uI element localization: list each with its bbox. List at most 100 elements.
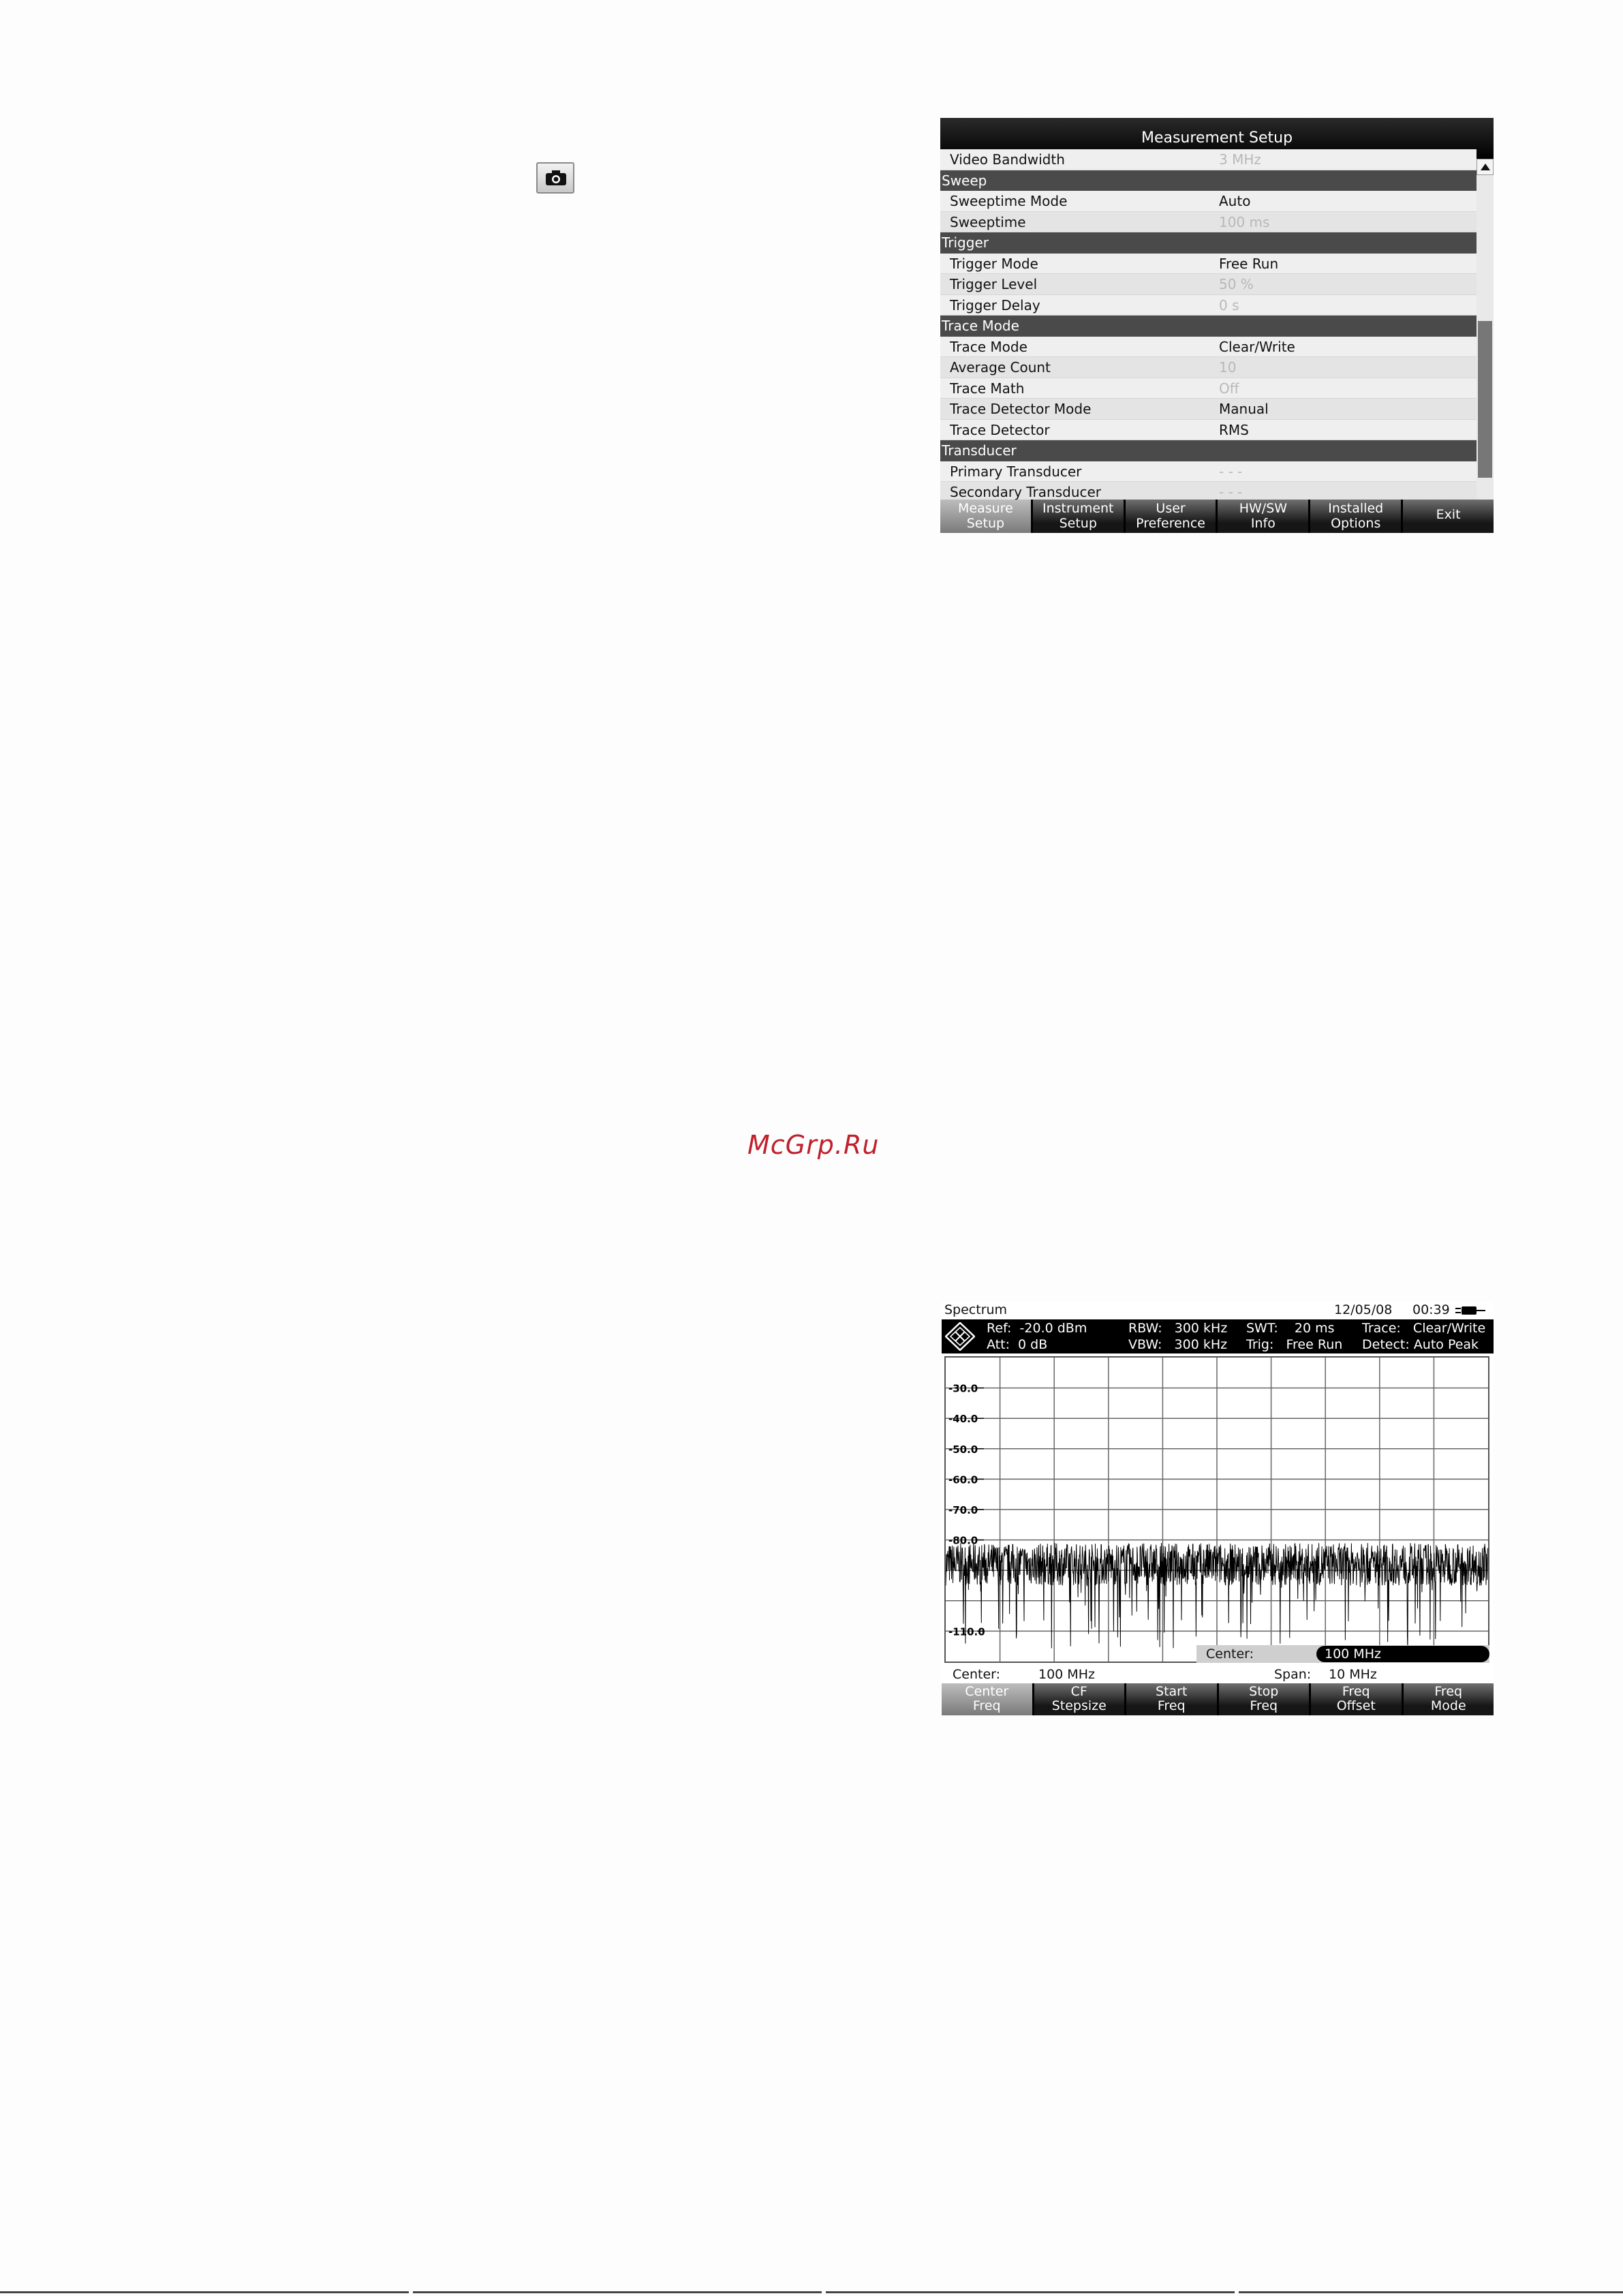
settings-row[interactable]: Trace Mode Clear/Write — [940, 336, 1477, 357]
softkey-measure-setup[interactable]: Measure Setup — [940, 500, 1031, 533]
ref-level: Ref: -20.0 dBm — [987, 1321, 1087, 1336]
softkey-freq-mode[interactable]: Freq Mode — [1403, 1683, 1494, 1715]
setting-label: Trace Detector — [950, 421, 1050, 438]
softkey-line2: Mode — [1430, 1698, 1466, 1713]
setting-value: 3 MHz — [1219, 151, 1261, 168]
center-value: 100 MHz — [1038, 1667, 1095, 1682]
setting-label: Trigger Delay — [950, 296, 1040, 313]
center-label: Center: — [953, 1667, 1001, 1682]
settings-row[interactable]: Trace Detector Mode Manual — [940, 399, 1477, 420]
measurement-setup-screen: Measurement Setup Video Bandwidth 3 MHz Sw… — [940, 118, 1494, 533]
section-header: Transducer — [940, 440, 1477, 461]
setting-label: Sweeptime — [950, 213, 1026, 230]
section-header-label: Trace Mode — [942, 318, 1019, 334]
softkey-line1: User — [1156, 501, 1186, 516]
trigger: Trig: Free Run — [1246, 1337, 1343, 1352]
setting-label: Trigger Mode — [950, 255, 1038, 272]
scrollbar-thumb[interactable] — [1478, 321, 1492, 478]
mode-label: Spectrum — [944, 1302, 1008, 1317]
measurement-info-bar: Ref: -20.0 dBm Att: 0 dB RBW: 300 kHz VB… — [942, 1319, 1494, 1353]
vbw: VBW: 300 kHz — [1128, 1337, 1228, 1352]
section-header-label: Transducer — [942, 442, 1017, 459]
setting-value: Clear/Write — [1219, 338, 1295, 355]
time-label: 00:39 — [1412, 1302, 1450, 1317]
setting-label: Video Bandwidth — [950, 151, 1065, 168]
softkey-cf-stepsize[interactable]: CF Stepsize — [1034, 1683, 1124, 1715]
settings-row[interactable]: Trigger Delay 0 s — [940, 294, 1477, 316]
softkey-bar: Measure Setup Instrument Setup User Preferenc… — [940, 500, 1494, 533]
trace-mode: Trace: Clear/Write — [1362, 1321, 1486, 1336]
softkey-center-freq[interactable]: Center Freq — [942, 1683, 1032, 1715]
camera-icon — [546, 170, 566, 185]
section-header-label: Trigger — [942, 234, 989, 251]
y-tick-label: -40.0 — [948, 1413, 978, 1425]
scrollbar[interactable] — [1477, 159, 1494, 533]
rohde-schwarz-logo-icon — [945, 1322, 975, 1351]
camera-button[interactable] — [536, 162, 574, 194]
setting-label: Trace Detector Mode — [950, 401, 1092, 417]
center-entry-field[interactable]: 100 MHz — [1316, 1646, 1489, 1662]
status-topline: Spectrum 12/05/08 00:39 — [942, 1302, 1494, 1318]
settings-row[interactable]: Sweeptime 100 ms — [940, 211, 1477, 232]
setting-label: Primary Transducer — [950, 463, 1082, 480]
settings-row[interactable]: Trigger Level 50 % — [940, 274, 1477, 295]
softkey-hw-sw-info[interactable]: HW/SW Info — [1218, 500, 1309, 533]
section-header-label: Sweep — [942, 172, 987, 189]
y-tick-label: -50.0 — [948, 1443, 978, 1456]
y-tick-label: -70.0 — [948, 1504, 978, 1516]
softkey-stop-freq[interactable]: Stop Freq — [1218, 1683, 1309, 1715]
softkey-line1: Measure — [958, 501, 1013, 516]
center-frequency-entry[interactable]: Center: 100 MHz — [1196, 1645, 1489, 1663]
softkey-line1: Freq — [1342, 1684, 1370, 1699]
y-tick-label: -80.0 — [948, 1535, 978, 1547]
softkey-line1: CF — [1070, 1684, 1087, 1699]
softkey-line2: Setup — [966, 516, 1005, 531]
settings-row[interactable]: Video Bandwidth 3 MHz — [940, 149, 1477, 170]
softkey-bar: Center Freq CF Stepsize Start Freq Stop Freq Fre… — [942, 1683, 1494, 1715]
setting-label: Trace Math — [950, 380, 1025, 397]
setting-value: 50 % — [1219, 276, 1254, 292]
settings-list: Video Bandwidth 3 MHz Sweep Sweeptime Mode A… — [940, 149, 1477, 533]
y-tick-label: -60.0 — [948, 1473, 978, 1486]
rbw: RBW: 300 kHz — [1128, 1321, 1228, 1336]
section-header: Sweep — [940, 170, 1477, 191]
sweep-time: SWT: 20 ms — [1246, 1321, 1335, 1336]
softkey-line2: Stepsize — [1051, 1698, 1107, 1713]
settings-row[interactable]: Trigger Mode Free Run — [940, 253, 1477, 274]
setting-value: RMS — [1219, 421, 1249, 438]
spectrum-plot[interactable]: -30.0 -40.0 -50.0 -60.0 -70.0 -80.0 -110.0 — [944, 1356, 1489, 1663]
attenuation: Att: 0 dB — [987, 1337, 1048, 1352]
settings-row[interactable]: Primary Transducer - - - — [940, 461, 1477, 482]
settings-row[interactable]: Trace Detector RMS — [940, 419, 1477, 440]
span-value: 10 MHz — [1329, 1667, 1377, 1682]
setting-label: Sweeptime Mode — [950, 193, 1068, 209]
setting-value: Off — [1219, 380, 1239, 397]
softkey-instrument-setup[interactable]: Instrument Setup — [1032, 500, 1124, 533]
battery-icon — [1455, 1306, 1485, 1315]
frequency-status-line: Center: 100 MHz Span: 10 MHz — [942, 1666, 1494, 1683]
date-label: 12/05/08 — [1334, 1302, 1393, 1317]
section-header: Trigger — [940, 232, 1477, 254]
setting-value: 100 ms — [1219, 213, 1270, 230]
softkey-installed-options[interactable]: Installed Options — [1310, 500, 1402, 533]
softkey-user-preference[interactable]: User Preference — [1125, 500, 1216, 533]
spectrum-plot-canvas: -30.0 -40.0 -50.0 -60.0 -70.0 -80.0 -110.0 — [946, 1358, 1488, 1662]
softkey-freq-offset[interactable]: Freq Offset — [1311, 1683, 1402, 1715]
softkey-line1: Exit — [1436, 507, 1461, 522]
watermark: McGrp.Ru — [747, 1130, 880, 1160]
softkey-line1: Stop — [1249, 1684, 1279, 1699]
settings-row[interactable]: Trace Math Off — [940, 378, 1477, 399]
scroll-up-button[interactable] — [1477, 159, 1494, 175]
softkey-line2: Info — [1250, 516, 1276, 531]
softkey-exit[interactable]: Exit — [1403, 500, 1494, 533]
settings-row[interactable]: Average Count 10 — [940, 357, 1477, 378]
softkey-line2: Setup — [1059, 516, 1097, 531]
softkey-start-freq[interactable]: Start Freq — [1126, 1683, 1217, 1715]
center-entry-label: Center: — [1206, 1647, 1254, 1662]
setting-label: Average Count — [950, 359, 1051, 376]
softkey-line2: Preference — [1136, 516, 1205, 531]
setting-label: Trace Mode — [950, 338, 1027, 355]
settings-row[interactable]: Sweeptime Mode Auto — [940, 191, 1477, 212]
detector: Detect: Auto Peak — [1362, 1337, 1479, 1352]
arrow-up-icon — [1481, 164, 1490, 170]
